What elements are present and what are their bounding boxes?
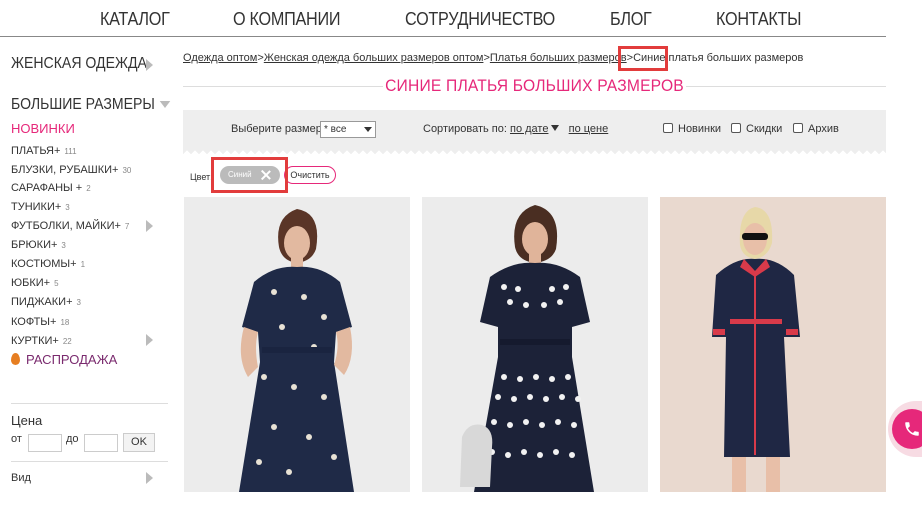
sidebar-item-cardigans[interactable]: КОФТЫ+ 18 — [11, 316, 69, 328]
sidebar-womens-clothing[interactable]: ЖЕНСКАЯ ОДЕЖДА — [11, 55, 147, 73]
filter-bar: Выберите размер * все Сортировать по: по… — [183, 110, 886, 155]
fire-icon — [11, 353, 20, 365]
breadcrumb-link[interactable]: Женская одежда больших размеров оптом — [264, 52, 484, 64]
price-to-input[interactable] — [84, 434, 118, 452]
divider — [11, 461, 168, 462]
sidebar-item-count: 111 — [64, 147, 77, 156]
sort-by-date-link[interactable]: по дате — [509, 123, 560, 135]
phone-icon — [905, 422, 919, 436]
sort-control: Сортировать по: по дате по цене — [423, 123, 608, 135]
sidebar-item-count: 7 — [124, 222, 130, 231]
sidebar-item-count: 18 — [60, 318, 70, 327]
nav-blog[interactable]: БЛОГ — [610, 9, 652, 30]
sidebar-item-label: ПИДЖАКИ+ — [11, 296, 73, 308]
price-from-label: от — [11, 433, 22, 445]
sidebar-item-count: 3 — [65, 203, 70, 212]
sidebar-item-blouses[interactable]: БЛУЗКИ, РУБАШКИ+ 30 — [11, 164, 131, 176]
chevron-right-icon[interactable] — [146, 59, 153, 71]
sidebar-item-dresses[interactable]: ПЛАТЬЯ+ 111 — [11, 145, 77, 157]
sidebar-item-count: 30 — [122, 166, 132, 175]
sidebar-item-label: БРЮКИ+ — [11, 239, 58, 251]
product-image — [184, 197, 410, 492]
sidebar-item-label: ФУТБОЛКИ, МАЙКИ+ — [11, 220, 121, 232]
breadcrumb-current-rest: платья больших размеров — [665, 52, 804, 64]
sidebar-item-count: 22 — [62, 337, 72, 346]
price-to-label: до — [66, 433, 79, 445]
sort-by-price-link[interactable]: по цене — [569, 123, 609, 135]
sidebar-item-label: КОСТЮМЫ+ — [11, 258, 77, 270]
sidebar-item-trousers[interactable]: БРЮКИ+ 3 — [11, 239, 66, 251]
highlight-box — [618, 46, 668, 71]
new-checkbox-label: Новинки — [678, 123, 722, 135]
sidebar-item-jackets[interactable]: ПИДЖАКИ+ 3 — [11, 296, 81, 308]
chevron-right-icon[interactable] — [146, 472, 153, 484]
breadcrumb-link[interactable]: Платья больших размеров — [490, 52, 627, 64]
sidebar-view-link[interactable]: Вид — [11, 472, 31, 484]
sidebar-item-label: КОФТЫ+ — [11, 316, 57, 328]
sidebar-item-count: 1 — [80, 260, 86, 269]
sale-label: РАСПРОДАЖА — [26, 352, 118, 367]
sidebar-item-coats[interactable]: КУРТКИ+ 22 — [11, 335, 72, 347]
color-filter-label: Цвет: — [190, 172, 213, 182]
sidebar-item-suits[interactable]: КОСТЮМЫ+ 1 — [11, 258, 85, 270]
sidebar-item-tshirts[interactable]: ФУТБОЛКИ, МАЙКИ+ 7 — [11, 220, 129, 232]
sort-label: Сортировать по: — [423, 123, 507, 135]
nav-cooperation[interactable]: СОТРУДНИЧЕСТВО — [405, 9, 555, 30]
page-title: СИНИЕ ПЛАТЬЯ БОЛЬШИХ РАЗМЕРОВ — [385, 76, 684, 95]
sidebar-item-skirts[interactable]: ЮБКИ+ 5 — [11, 277, 59, 289]
chevron-right-icon[interactable] — [146, 334, 153, 346]
chevron-down-icon — [364, 127, 372, 132]
sidebar-item-sundresses[interactable]: САРАФАНЫ +2 — [11, 182, 91, 194]
sort-desc-icon — [551, 125, 560, 131]
top-nav: КАТАЛОГ О КОМПАНИИ СОТРУДНИЧЕСТВО БЛОГ К… — [0, 0, 886, 37]
callback-button[interactable] — [892, 409, 922, 449]
clear-filters-button[interactable]: Очистить — [284, 166, 336, 184]
sidebar-item-count: 2 — [86, 184, 91, 193]
sidebar-item-label: САРАФАНЫ + — [11, 182, 83, 194]
product-image — [422, 197, 648, 492]
sidebar-item-label: КУРТКИ+ — [11, 335, 59, 347]
sidebar-item-count: 3 — [61, 241, 66, 250]
callback-widget[interactable] — [888, 401, 922, 457]
divider — [11, 403, 168, 404]
chevron-right-icon[interactable] — [146, 220, 153, 232]
price-ok-button[interactable]: OK — [123, 433, 155, 452]
discounts-checkbox-label: Скидки — [746, 123, 783, 135]
size-select[interactable]: * все — [320, 121, 376, 138]
sidebar-item-label: ТУНИКИ+ — [11, 201, 62, 213]
product-image — [660, 197, 886, 492]
sidebar-item-tunics[interactable]: ТУНИКИ+ 3 — [11, 201, 70, 213]
sidebar-plus-size[interactable]: БОЛЬШИЕ РАЗМЕРЫ — [11, 96, 171, 114]
sidebar-item-count: 3 — [76, 298, 81, 307]
new-checkbox[interactable] — [663, 123, 673, 133]
sidebar-sale-link[interactable]: РАСПРОДАЖА — [11, 352, 117, 367]
sidebar-item-label: ЮБКИ+ — [11, 277, 51, 289]
price-from-input[interactable] — [28, 434, 62, 452]
sort-date-label: по дате — [509, 123, 549, 135]
chevron-down-icon — [160, 101, 171, 109]
sidebar-item-label: ПЛАТЬЯ+ — [11, 145, 61, 157]
breadcrumb-link[interactable]: Одежда оптом — [183, 52, 257, 64]
size-select-value: * все — [324, 124, 347, 135]
product-card[interactable] — [660, 197, 886, 492]
nav-catalog[interactable]: КАТАЛОГ — [100, 9, 170, 30]
sidebar-item-count: 5 — [54, 279, 59, 288]
price-label: Цена — [11, 413, 43, 428]
archive-checkbox[interactable] — [793, 123, 803, 133]
size-label: Выберите размер — [231, 123, 322, 135]
sidebar-plus-size-label: БОЛЬШИЕ РАЗМЕРЫ — [11, 96, 155, 113]
nav-about[interactable]: О КОМПАНИИ — [233, 9, 340, 30]
nav-contacts[interactable]: КОНТАКТЫ — [716, 9, 802, 30]
zigzag-edge — [183, 149, 886, 155]
sidebar-new-link[interactable]: НОВИНКИ — [11, 121, 75, 136]
breadcrumb: Одежда оптом>Женская одежда больших разм… — [183, 52, 804, 64]
product-card[interactable] — [184, 197, 410, 492]
archive-checkbox-label: Архив — [808, 123, 839, 135]
sidebar-item-label: БЛУЗКИ, РУБАШКИ+ — [11, 164, 119, 176]
highlight-box — [211, 157, 288, 193]
product-card[interactable] — [422, 197, 648, 492]
discounts-checkbox[interactable] — [731, 123, 741, 133]
